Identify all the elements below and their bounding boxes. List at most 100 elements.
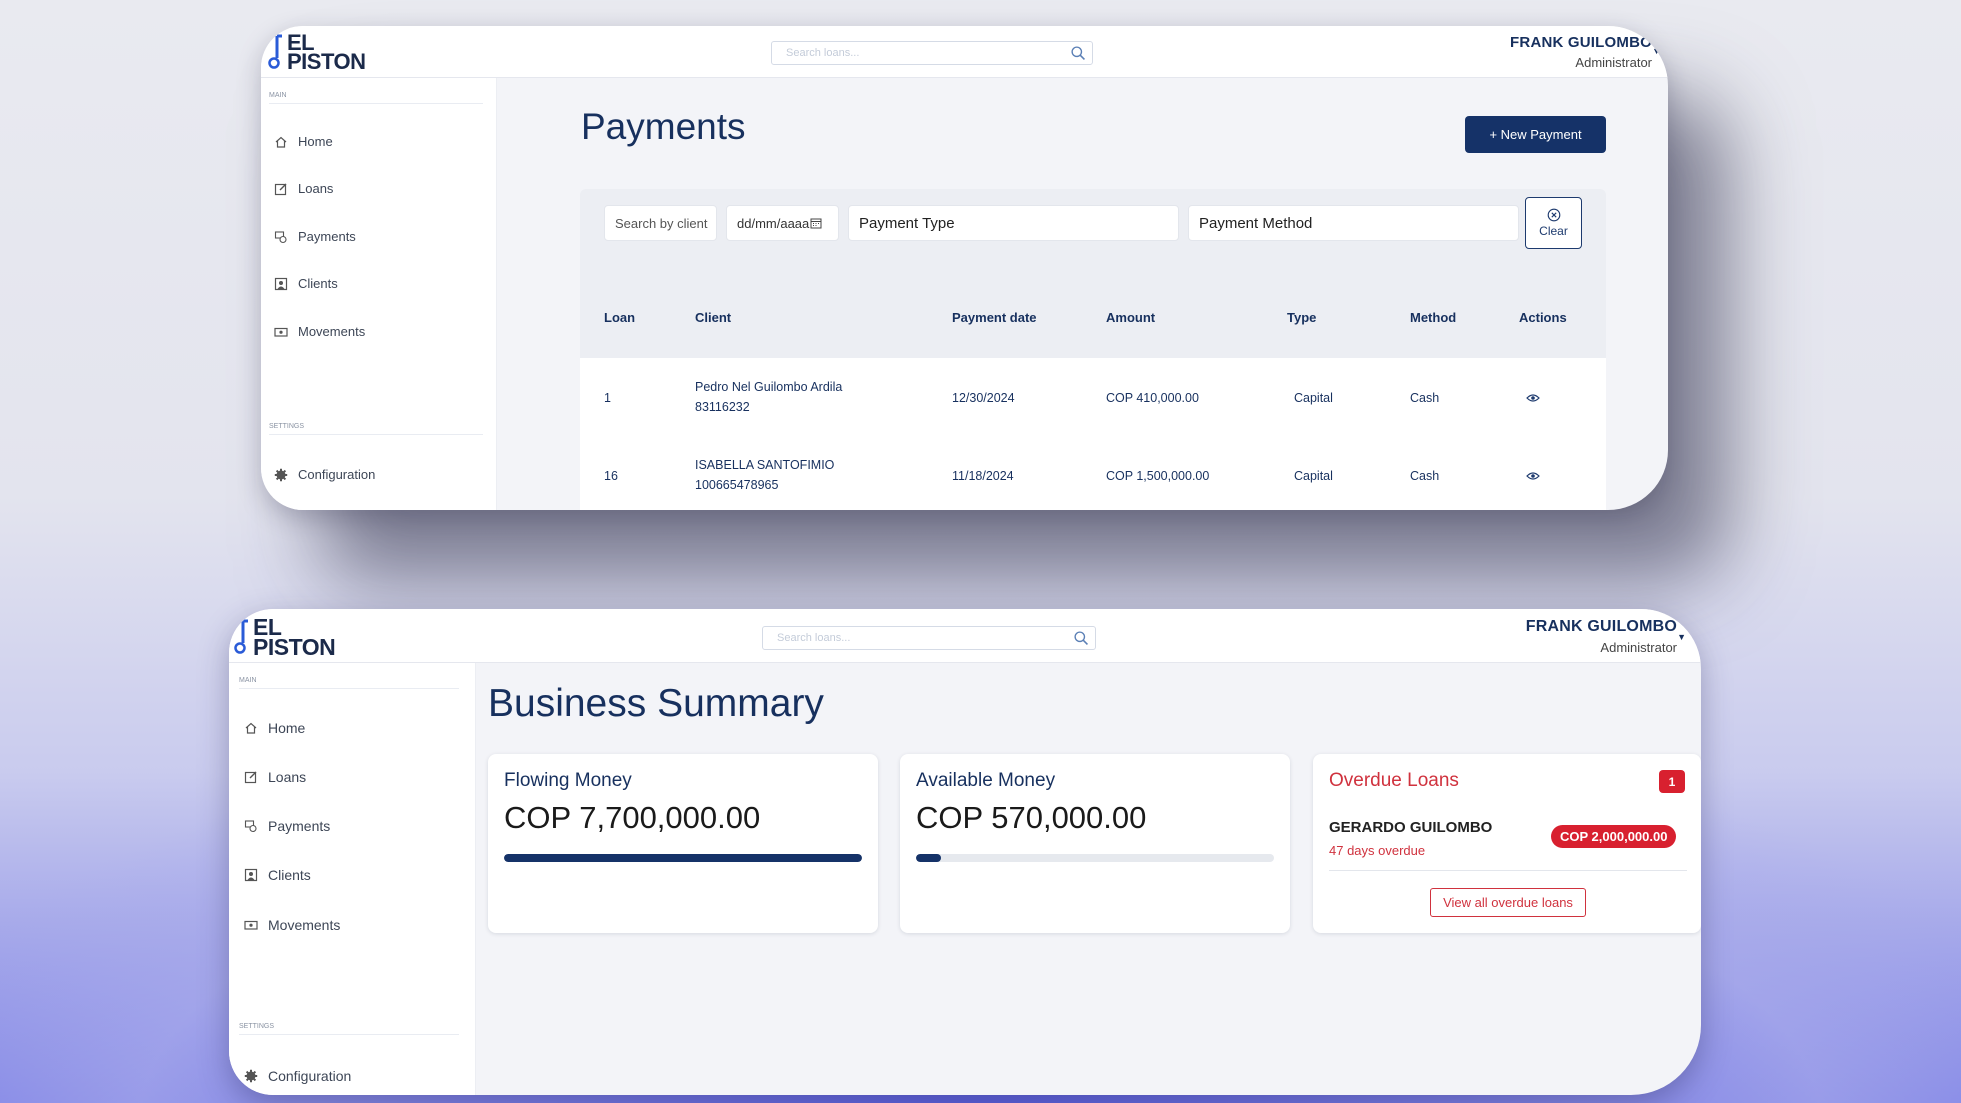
available-progress-bar <box>916 854 1274 862</box>
user-icon <box>244 868 258 882</box>
sidebar-section-settings: SETTINGS <box>239 1023 459 1035</box>
sidebar-item-label: Movements <box>298 324 366 339</box>
user-name: FRANK GUILOMBO <box>1525 618 1677 635</box>
client-search-field[interactable]: Search by client <box>604 205 717 241</box>
client-id: 100665478965 <box>695 478 779 492</box>
clear-filters-button[interactable]: Clear <box>1525 197 1582 249</box>
date-placeholder: dd/mm/aaaa <box>737 215 810 231</box>
date-filter-field[interactable]: dd/mm/aaaa <box>726 205 839 241</box>
sidebar-item-configuration[interactable]: Configuration <box>274 467 375 482</box>
cash-icon <box>244 920 258 930</box>
chevron-down-icon: ▼ <box>1677 632 1686 642</box>
payment-date: 11/18/2024 <box>952 469 1014 483</box>
sidebar-item-label: Home <box>268 720 306 736</box>
client-id: 83116232 <box>695 400 750 414</box>
business-summary-window: EL PISTON FRANK GUILOMBO Administrator ▼… <box>229 609 1701 1095</box>
brand-logo[interactable]: EL PISTON <box>267 32 366 73</box>
payment-type: Capital <box>1294 391 1333 405</box>
overdue-amount-badge: COP 2,000,000.00 <box>1551 825 1677 848</box>
sidebar-item-loans[interactable]: Loans <box>244 769 306 785</box>
column-header-amount[interactable]: Amount <box>1106 310 1155 325</box>
sidebar: MAIN Home Loans Payments Clients Movemen… <box>229 663 476 1095</box>
column-header-loan[interactable]: Loan <box>604 310 635 325</box>
sidebar-item-label: Movements <box>268 917 341 933</box>
brand-logo[interactable]: EL PISTON <box>233 614 336 660</box>
sidebar-item-label: Configuration <box>298 467 376 482</box>
chevron-down-icon: ▼ <box>1652 46 1661 56</box>
overdue-client-name: GERARDO GUILOMBO <box>1329 819 1493 836</box>
sidebar-item-home[interactable]: Home <box>274 134 333 149</box>
payment-type: Capital <box>1294 469 1333 483</box>
calendar-icon[interactable] <box>810 217 822 229</box>
loan-id: 16 <box>604 469 618 483</box>
sidebar-item-movements[interactable]: Movements <box>274 324 365 339</box>
column-header-client[interactable]: Client <box>695 310 731 325</box>
eye-icon[interactable] <box>1526 393 1540 403</box>
view-action[interactable] <box>1526 392 1540 406</box>
user-role: Administrator <box>1575 55 1652 70</box>
new-payment-button[interactable]: + New Payment <box>1465 116 1606 153</box>
sidebar-section-settings: SETTINGS <box>269 423 483 435</box>
gear-icon <box>244 1069 258 1083</box>
search-box <box>762 626 1096 650</box>
sidebar-item-configuration[interactable]: Configuration <box>244 1068 351 1084</box>
brand-name: EL PISTON <box>253 614 336 660</box>
payment-method: Cash <box>1410 391 1440 405</box>
sidebar-item-home[interactable]: Home <box>244 720 305 736</box>
sidebar-item-payments[interactable]: Payments <box>274 229 356 244</box>
view-action[interactable] <box>1526 470 1540 484</box>
sidebar-section-main: MAIN <box>239 677 459 689</box>
column-header-method[interactable]: Method <box>1410 310 1456 325</box>
loan-id: 1 <box>604 391 611 405</box>
table-header: Loan Client Payment date Amount Type Met… <box>580 271 1606 358</box>
payments-table-body: 1 Pedro Nel Guilombo Ardila 83116232 12/… <box>580 358 1606 510</box>
table-row[interactable]: 16 ISABELLA SANTOFIMIO 100665478965 11/1… <box>580 436 1606 510</box>
search-icon[interactable] <box>1073 630 1090 647</box>
sidebar-item-label: Clients <box>268 867 311 883</box>
sidebar-item-label: Loans <box>298 181 334 196</box>
close-circle-icon <box>1547 208 1560 222</box>
search-icon[interactable] <box>1070 45 1087 62</box>
sidebar-item-clients[interactable]: Clients <box>244 867 311 883</box>
flowing-money-card: Flowing Money COP 7,700,000.00 <box>488 754 878 933</box>
filter-bar: Search by client dd/mm/aaaa Payment Type… <box>580 189 1606 271</box>
clear-label: Clear <box>1539 224 1568 238</box>
overdue-days: 47 days overdue <box>1329 843 1426 858</box>
user-role: Administrator <box>1600 640 1677 655</box>
page-title: Business Summary <box>488 682 824 725</box>
top-bar: EL PISTON FRANK GUILOMBO Administrator ▼ <box>261 26 1668 78</box>
sidebar-item-loans[interactable]: Loans <box>274 181 333 196</box>
table-row[interactable]: 1 Pedro Nel Guilombo Ardila 83116232 12/… <box>580 358 1606 436</box>
sidebar: MAIN Home Loans Payments Clients Movemen… <box>261 78 497 510</box>
sidebar-item-movements[interactable]: Movements <box>244 917 340 933</box>
card-title: Available Money <box>916 770 1056 791</box>
eye-icon[interactable] <box>1526 471 1540 481</box>
column-header-payment-date[interactable]: Payment date <box>952 310 1037 325</box>
payment-type-select[interactable]: Payment Type <box>848 205 1179 241</box>
payment-date: 12/30/2024 <box>952 391 1015 405</box>
user-menu[interactable]: FRANK GUILOMBO Administrator ▼ <box>1525 618 1686 655</box>
payment-method: Cash <box>1410 469 1440 483</box>
sidebar-item-payments[interactable]: Payments <box>244 818 330 834</box>
user-icon <box>274 277 288 290</box>
column-header-type[interactable]: Type <box>1287 310 1316 325</box>
sidebar-item-label: Payments <box>268 818 331 834</box>
payments-window: EL PISTON FRANK GUILOMBO Administrator ▼… <box>261 26 1668 510</box>
overdue-count-badge: 1 <box>1659 770 1685 793</box>
home-icon <box>275 136 287 148</box>
sidebar-section-main: MAIN <box>269 92 483 104</box>
card-title: Overdue Loans <box>1329 770 1459 791</box>
user-menu[interactable]: FRANK GUILOMBO Administrator ▼ <box>1510 34 1661 70</box>
sidebar-item-clients[interactable]: Clients <box>274 276 338 291</box>
payment-method-select[interactable]: Payment Method <box>1188 205 1519 241</box>
piston-logo-icon <box>268 34 282 69</box>
flowing-progress-bar <box>504 854 862 862</box>
user-name: FRANK GUILOMBO <box>1510 34 1652 51</box>
top-bar: EL PISTON FRANK GUILOMBO Administrator ▼ <box>229 609 1701 663</box>
payment-amount: COP 1,500,000.00 <box>1106 469 1210 483</box>
client-cell: Pedro Nel Guilombo Ardila 83116232 <box>695 377 842 417</box>
search-input[interactable] <box>772 42 1062 64</box>
view-all-overdue-button[interactable]: View all overdue loans <box>1430 888 1586 917</box>
client-name: ISABELLA SANTOFIMIO <box>695 458 835 472</box>
search-input[interactable] <box>763 627 1065 649</box>
